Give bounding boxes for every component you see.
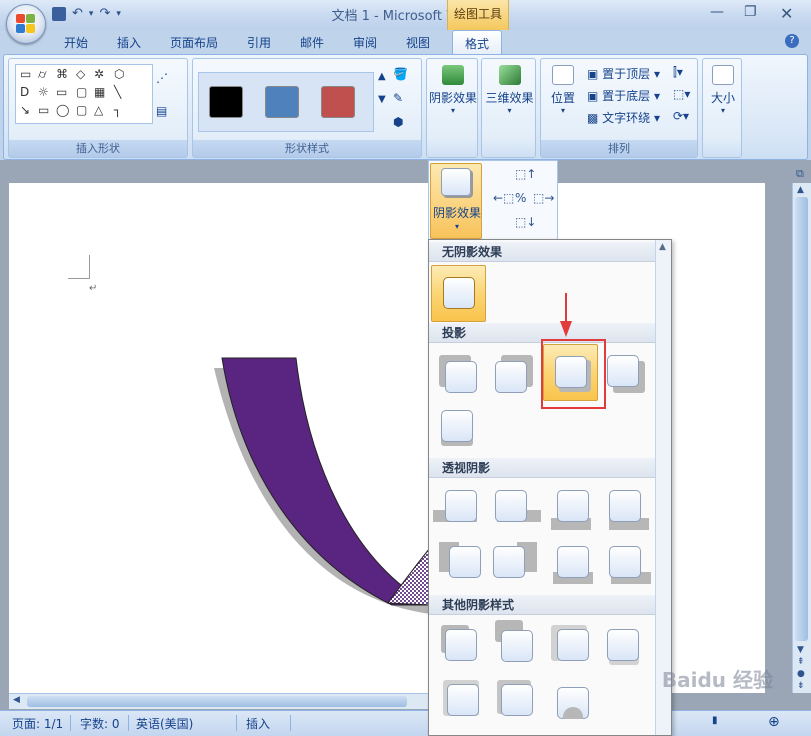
section-no-shadow-header: 无阴影效果: [429, 242, 655, 262]
drop-shadow-preview-icon: [445, 361, 477, 393]
vertical-scroll-thumb[interactable]: [795, 197, 808, 641]
perspective-shadow-preview-icon: [449, 546, 481, 578]
status-language[interactable]: 英语(美国): [136, 715, 193, 732]
other-shadow-preview-icon: [501, 630, 533, 662]
drop-shadow-option-1[interactable]: [439, 355, 485, 401]
menu-scrollbar[interactable]: ▲: [655, 240, 671, 735]
drop-shadow-option-5[interactable]: [439, 408, 485, 454]
perspective-shadow-option-2[interactable]: [491, 488, 541, 534]
nudge-shadow-up-icon[interactable]: ⬚↑: [515, 167, 536, 181]
select-browse-object-icon[interactable]: ●: [797, 669, 805, 679]
perspective-shadow-option-7[interactable]: [551, 542, 601, 588]
nudge-shadow-down-icon[interactable]: ⬚↓: [515, 215, 536, 229]
status-bar: 页面: 1/1 字数: 0 英语(美国) 插入 ▮ ⊕: [0, 710, 811, 736]
perspective-shadow-preview-icon: [445, 490, 477, 522]
other-shadow-option-4[interactable]: [607, 625, 653, 671]
nudge-shadow-left-icon[interactable]: ←⬚: [493, 191, 514, 205]
other-shadow-preview-icon: [445, 629, 477, 661]
zoom-slider-icon[interactable]: ▮: [712, 715, 718, 726]
perspective-shadow-option-1[interactable]: [433, 488, 483, 534]
shadow-on-off-icon[interactable]: %: [515, 191, 526, 205]
other-shadow-option-1[interactable]: [441, 625, 487, 671]
nudge-shadow-right-icon[interactable]: ⬚→: [533, 191, 554, 205]
status-separator: [290, 715, 291, 731]
horizontal-scroll-thumb[interactable]: [27, 696, 407, 707]
other-shadow-preview-icon: [557, 629, 589, 661]
status-word-count[interactable]: 字数: 0: [80, 715, 120, 732]
status-separator: [70, 715, 71, 731]
perspective-shadow-preview-icon: [609, 546, 641, 578]
other-shadow-option-2[interactable]: [495, 620, 541, 670]
other-shadow-option-6[interactable]: [497, 680, 543, 726]
shadow-dropdown-label: 阴影效果: [432, 206, 481, 220]
red-arrow-icon: [560, 293, 572, 337]
section-perspective-shadow-header: 透视阴影: [429, 458, 655, 478]
highlight-red-box: [541, 339, 606, 409]
perspective-shadow-preview-icon: [557, 546, 589, 578]
no-shadow-option[interactable]: [431, 265, 486, 322]
drop-shadow-option-2[interactable]: [495, 355, 541, 401]
shadow-preview-icon: [441, 168, 471, 196]
perspective-shadow-option-3[interactable]: [551, 488, 601, 534]
perspective-shadow-preview-icon: [609, 490, 641, 522]
perspective-shadow-option-5[interactable]: [439, 542, 489, 588]
status-separator: [236, 715, 237, 731]
other-shadow-option-3[interactable]: [551, 625, 597, 671]
drop-shadow-preview-icon: [441, 410, 473, 442]
drop-shadow-preview-icon: [607, 355, 639, 387]
horizontal-scrollbar[interactable]: ◀: [9, 693, 429, 709]
office-button[interactable]: [6, 4, 46, 44]
shadow-effects-dropdown-button[interactable]: 阴影效果 ▾: [430, 163, 482, 239]
scroll-down-icon[interactable]: ▼: [797, 645, 804, 655]
scroll-left-icon[interactable]: ◀: [13, 695, 20, 705]
perspective-shadow-preview-icon: [495, 490, 527, 522]
ruler-toggle-icon[interactable]: ⧉: [796, 167, 804, 181]
other-shadow-preview-icon: [501, 684, 533, 716]
scroll-up-icon[interactable]: ▲: [797, 185, 804, 195]
perspective-shadow-option-6[interactable]: [491, 542, 541, 588]
section-other-shadow-header: 其他阴影样式: [429, 595, 655, 615]
next-page-icon[interactable]: ⇟: [797, 681, 805, 691]
perspective-shadow-preview-icon: [557, 490, 589, 522]
drop-shadow-preview-icon: [495, 361, 527, 393]
other-shadow-preview-icon: [447, 684, 479, 716]
other-shadow-option-5[interactable]: [443, 680, 489, 726]
other-shadow-option-7[interactable]: [555, 685, 601, 731]
shadow-effects-menu: ▲ 无阴影效果 投影 透视阴影 其他阴影样式: [428, 239, 672, 736]
shadow-effects-expanded-panel: 阴影效果 ▾ ⬚↑ ←⬚ % ⬚→ ⬚↓: [428, 160, 558, 240]
drawing-canvas: [214, 357, 440, 615]
drop-shadow-option-4[interactable]: [607, 355, 653, 401]
perspective-shadow-option-8[interactable]: [603, 542, 653, 588]
no-shadow-preview-icon: [443, 277, 475, 309]
status-separator: [128, 715, 129, 731]
zoom-in-icon[interactable]: ⊕: [768, 714, 780, 730]
other-shadow-preview-icon: [607, 629, 639, 661]
vertical-scrollbar[interactable]: ⧉ ▲ ▼ ⇞ ● ⇟: [792, 167, 811, 693]
baidu-watermark: Baidu 经验: [661, 668, 773, 692]
office-logo-icon: [16, 14, 36, 34]
status-insert-mode[interactable]: 插入: [246, 715, 270, 732]
perspective-shadow-option-4[interactable]: [603, 488, 653, 534]
prev-page-icon[interactable]: ⇞: [797, 657, 805, 667]
u-shape-bottom-pattern: [387, 546, 431, 606]
status-page[interactable]: 页面: 1/1: [12, 715, 63, 732]
menu-scroll-up-icon[interactable]: ▲: [659, 242, 666, 252]
perspective-shadow-preview-icon: [493, 546, 525, 578]
